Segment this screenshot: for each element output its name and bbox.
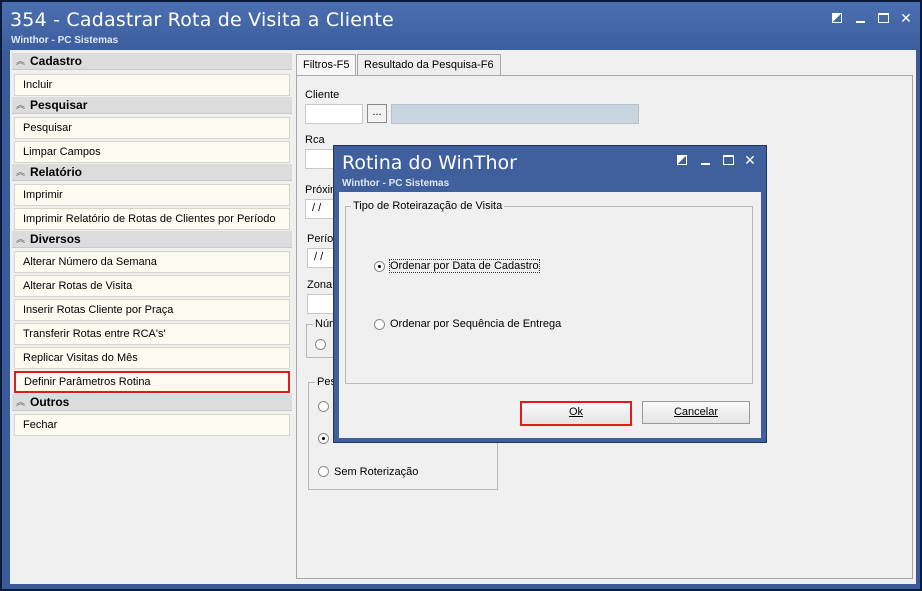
minimize-icon[interactable] (852, 10, 868, 26)
roteirizacao-group: Tipo de Roteirazação de Visita Ordenar p… (345, 200, 753, 384)
action-inserir-rotas-praca[interactable]: Inserir Rotas Cliente por Praça (14, 299, 290, 321)
option-sequencia-entrega-label[interactable]: Ordenar por Sequência de Entrega (390, 318, 561, 330)
group-label: Relatório (30, 165, 83, 179)
action-alterar-numero-semana[interactable]: Alterar Número da Semana (14, 251, 290, 273)
ok-button[interactable]: Ok (520, 401, 632, 426)
group-label: Pesquisar (30, 98, 88, 112)
action-alterar-rotas-visita[interactable]: Alterar Rotas de Visita (14, 275, 290, 297)
zona-label: Zona (307, 279, 333, 291)
window-title: 354 - Cadastrar Rota de Visita a Cliente (10, 9, 394, 31)
group-header-outros[interactable]: ︽ Outros (12, 394, 292, 411)
dialog-body: Tipo de Roteirazação de Visita Ordenar p… (339, 192, 761, 438)
cliente-search-button[interactable]: ... (367, 104, 387, 123)
tab-resultado-pesquisa[interactable]: Resultado da Pesquisa-F6 (357, 54, 501, 75)
action-incluir[interactable]: Incluir (14, 74, 290, 96)
roteirizacao-legend: Tipo de Roteirazação de Visita (351, 200, 505, 212)
restore-icon[interactable] (674, 152, 690, 168)
group-label: Outros (30, 395, 70, 409)
minimize-icon[interactable] (697, 152, 713, 168)
group-header-cadastro[interactable]: ︽ Cadastro (12, 53, 292, 70)
option-sequencia-entrega-radio[interactable] (374, 319, 385, 330)
rotina-dialog: Rotina do WinThor Winthor - PC Sistemas … (333, 145, 767, 443)
maximize-icon[interactable] (875, 10, 891, 26)
chevron-up-icon: ︽ (16, 167, 26, 177)
title-bar[interactable]: 354 - Cadastrar Rota de Visita a Cliente… (2, 2, 920, 50)
action-imprimir[interactable]: Imprimir (14, 184, 290, 206)
group-header-pesquisar[interactable]: ︽ Pesquisar (12, 97, 292, 114)
group-label: Cadastro (30, 54, 83, 68)
chevron-up-icon: ︽ (16, 100, 26, 110)
group-label: Diversos (30, 232, 81, 246)
numero-radio[interactable] (315, 339, 326, 350)
rca-label: Rca (305, 134, 325, 146)
cliente-name-field (391, 104, 639, 124)
group-header-diversos[interactable]: ︽ Diversos (12, 231, 292, 248)
maximize-icon[interactable] (720, 152, 736, 168)
chevron-up-icon: ︽ (16, 56, 26, 66)
rca-input[interactable] (305, 149, 335, 169)
pesquisa-radio-sem-roterizacao[interactable] (318, 466, 329, 477)
pesquisa-radio-2[interactable] (318, 433, 329, 444)
group-header-relatorio[interactable]: ︽ Relatório (12, 164, 292, 181)
dialog-subtitle: Winthor - PC Sistemas (342, 178, 450, 189)
cliente-code-input[interactable] (305, 104, 363, 124)
restore-icon[interactable] (829, 10, 845, 26)
window-subtitle: Winthor - PC Sistemas (11, 35, 119, 46)
chevron-up-icon: ︽ (16, 234, 26, 244)
chevron-up-icon: ︽ (16, 397, 26, 407)
cliente-label: Cliente (305, 89, 340, 101)
close-icon[interactable]: ✕ (898, 10, 914, 26)
periodo-date-input[interactable]: / / (307, 248, 335, 268)
zona-input[interactable] (307, 294, 335, 314)
action-replicar-visitas[interactable]: Replicar Visitas do Mês (14, 347, 290, 369)
dialog-title: Rotina do WinThor (342, 152, 517, 174)
action-definir-parametros[interactable]: Definir Parâmetros Rotina (14, 371, 290, 393)
action-fechar[interactable]: Fechar (14, 414, 290, 436)
option-data-cadastro-label[interactable]: Ordenar por Data de Cadastro (389, 259, 540, 273)
action-imprimir-relatorio[interactable]: Imprimir Relatório de Rotas de Clientes … (14, 208, 290, 230)
tab-filtros[interactable]: Filtros-F5 (296, 54, 357, 76)
option-data-cadastro-radio[interactable] (374, 261, 385, 272)
cancel-button[interactable]: Cancelar (642, 401, 750, 424)
proximo-date-input[interactable]: / / (305, 199, 335, 219)
actions-panel: ︽ Cadastro Incluir ︽ Pesquisar Pesquisar… (12, 53, 292, 581)
pesquisa-radio-3-label: Sem Roterização (334, 466, 419, 478)
action-transferir-rotas[interactable]: Transferir Rotas entre RCA's' (14, 323, 290, 345)
close-icon[interactable]: ✕ (742, 152, 758, 168)
action-limpar-campos[interactable]: Limpar Campos (14, 141, 290, 163)
pesquisa-radio-1[interactable] (318, 401, 329, 412)
action-pesquisar[interactable]: Pesquisar (14, 117, 290, 139)
